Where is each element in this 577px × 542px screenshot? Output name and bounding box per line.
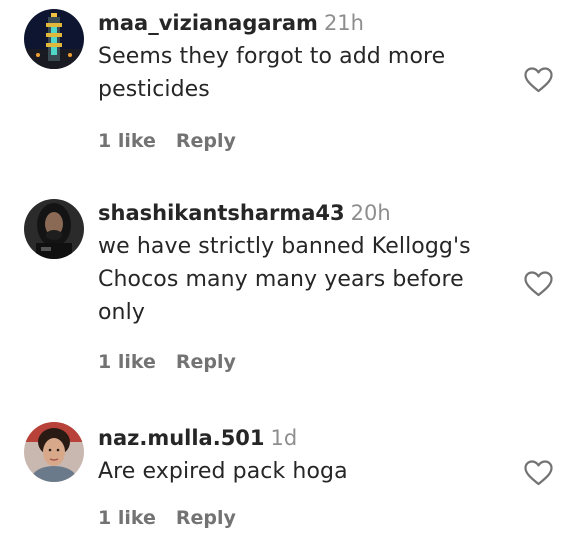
username[interactable]: naz.mulla.501 (98, 426, 265, 450)
reply-button[interactable]: Reply (176, 351, 236, 373)
likes-count[interactable]: 1 like (98, 351, 156, 373)
avatar[interactable] (24, 422, 84, 482)
comment-meta: maa_vizianagaram 21h (98, 8, 364, 38)
username[interactable]: maa_vizianagaram (98, 11, 318, 35)
avatar[interactable] (24, 199, 84, 259)
heart-outline-icon[interactable] (524, 271, 553, 297)
timestamp[interactable]: 21h (324, 11, 364, 35)
likes-count[interactable]: 1 like (98, 130, 156, 152)
comment-text: Are expired pack hoga (98, 459, 348, 484)
comment-text: we have strictly banned Kellogg's Chocos… (98, 234, 471, 325)
reply-button[interactable]: Reply (176, 130, 236, 152)
person-long-hair-photo-icon (24, 199, 84, 259)
comment-actions: 1 like Reply (98, 128, 236, 154)
avatar[interactable] (24, 9, 84, 69)
comment-actions: 1 like Reply (98, 349, 236, 375)
comment-text: Seems they forgot to add more pesticides (98, 44, 446, 102)
comment-meta: shashikantsharma43 20h (98, 198, 391, 228)
heart-outline-icon[interactable] (524, 67, 553, 93)
heart-outline-icon[interactable] (524, 460, 553, 486)
timestamp[interactable]: 1d (271, 426, 298, 450)
comment-meta: naz.mulla.501 1d (98, 423, 297, 453)
temple-tower-photo-icon (24, 9, 84, 69)
reply-button[interactable]: Reply (176, 507, 236, 529)
likes-count[interactable]: 1 like (98, 507, 156, 529)
woman-selfie-photo-icon (24, 422, 84, 482)
comment-actions: 1 like Reply (98, 505, 236, 531)
timestamp[interactable]: 20h (351, 201, 391, 225)
username[interactable]: shashikantsharma43 (98, 201, 345, 225)
